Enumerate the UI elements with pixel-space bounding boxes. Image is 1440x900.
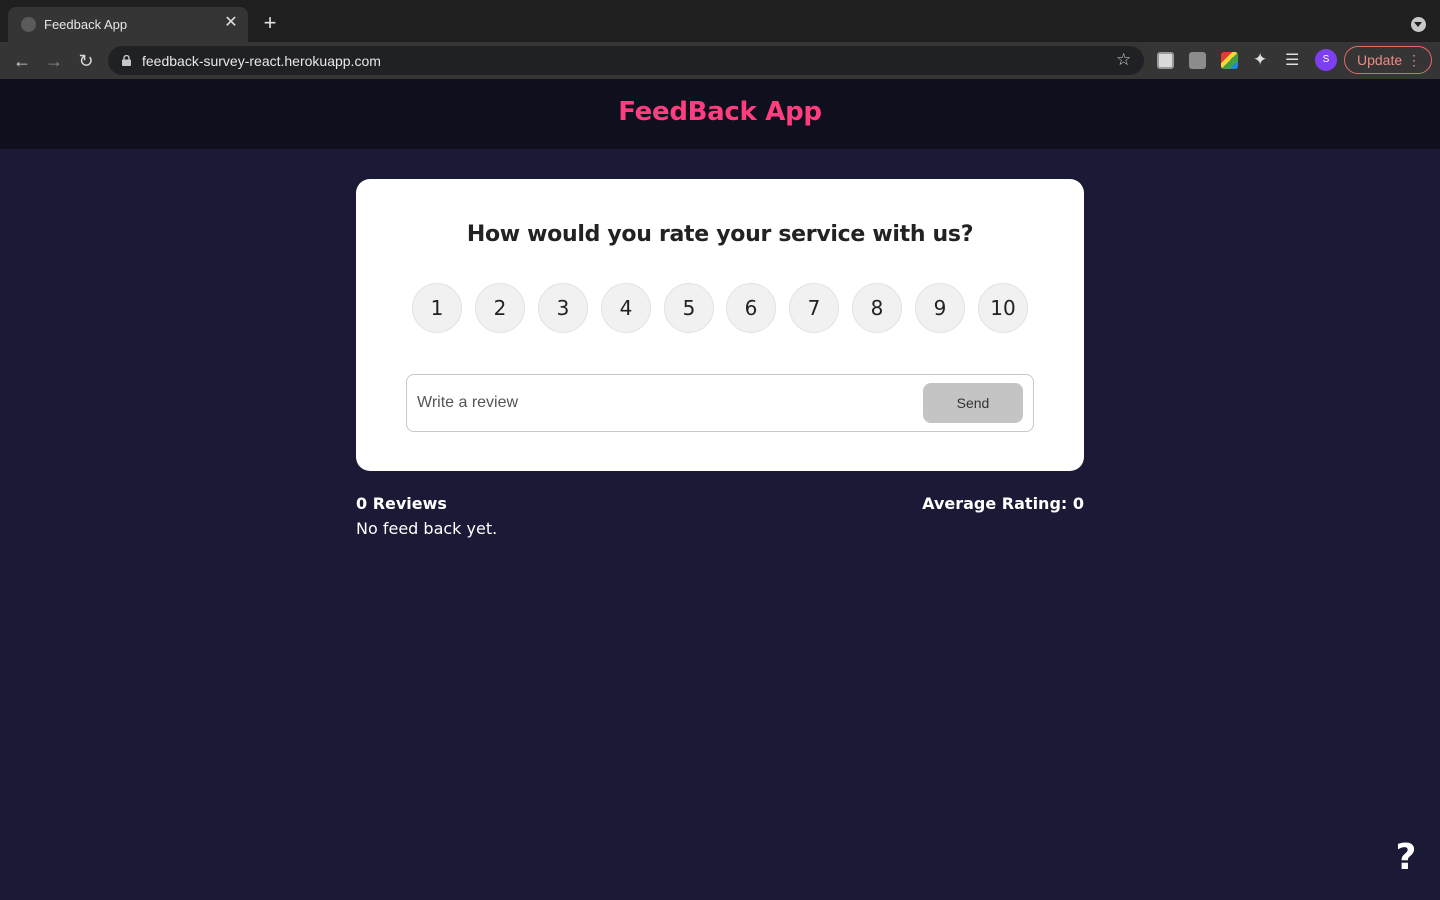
rating-option[interactable]: 2 (475, 283, 525, 333)
avatar[interactable]: S (1315, 49, 1337, 71)
update-label: Update (1357, 52, 1403, 68)
rating-options: 1 2 3 4 5 6 7 8 9 10 (412, 283, 1032, 333)
star-icon[interactable]: ☆ (1116, 51, 1134, 69)
reload-icon[interactable]: ↻ (74, 49, 98, 73)
close-icon[interactable]: ✕ (222, 14, 240, 32)
feedback-card: How would you rate your service with us?… (356, 179, 1084, 471)
rating-option[interactable]: 7 (789, 283, 839, 333)
empty-feedback-message: No feed back yet. (356, 519, 498, 538)
review-stats: 0 Reviews Average Rating: 0 (356, 494, 1084, 518)
lock-icon (122, 55, 131, 66)
plus-icon[interactable]: + (258, 12, 282, 36)
puzzle-icon[interactable]: ✦ (1253, 50, 1267, 70)
rating-option[interactable]: 9 (915, 283, 965, 333)
app-title: FeedBack App (618, 97, 822, 127)
review-input[interactable] (417, 385, 907, 421)
average-rating: Average Rating: 0 (922, 494, 1084, 513)
extension-icon[interactable] (1221, 52, 1238, 69)
url-text: feedback-survey-react.herokuapp.com (142, 53, 381, 69)
back-arrow-icon[interactable]: ← (10, 49, 34, 73)
review-count: 0 Reviews (356, 494, 447, 513)
rating-option[interactable]: 8 (852, 283, 902, 333)
rating-option[interactable]: 4 (601, 283, 651, 333)
address-bar[interactable]: feedback-survey-react.herokuapp.com ☆ (108, 46, 1144, 75)
globe-icon (21, 17, 36, 32)
rating-question: How would you rate your service with us? (466, 222, 974, 247)
extension-icon[interactable] (1189, 52, 1206, 69)
browser-tab[interactable]: Feedback App ✕ (8, 7, 248, 42)
rating-option[interactable]: 3 (538, 283, 588, 333)
chevron-down-icon[interactable] (1411, 17, 1426, 32)
tab-title: Feedback App (44, 17, 128, 32)
more-vert-icon[interactable]: ⋮ (1407, 47, 1421, 73)
app-header: FeedBack App (0, 79, 1440, 149)
help-icon[interactable]: ? (1392, 838, 1420, 878)
send-button[interactable]: Send (923, 383, 1023, 423)
update-button[interactable]: Update ⋮ (1344, 46, 1432, 74)
forward-arrow-icon[interactable]: → (42, 49, 66, 73)
rating-option[interactable]: 5 (664, 283, 714, 333)
rating-option[interactable]: 10 (978, 283, 1028, 333)
media-icon[interactable]: ☰ (1285, 50, 1299, 70)
browser-tab-bar: Feedback App ✕ + (0, 0, 1440, 42)
rating-option[interactable]: 1 (412, 283, 462, 333)
review-form: Send (406, 374, 1034, 432)
browser-toolbar: ← → ↻ feedback-survey-react.herokuapp.co… (0, 42, 1440, 79)
extension-icon[interactable] (1157, 52, 1174, 69)
rating-option[interactable]: 6 (726, 283, 776, 333)
